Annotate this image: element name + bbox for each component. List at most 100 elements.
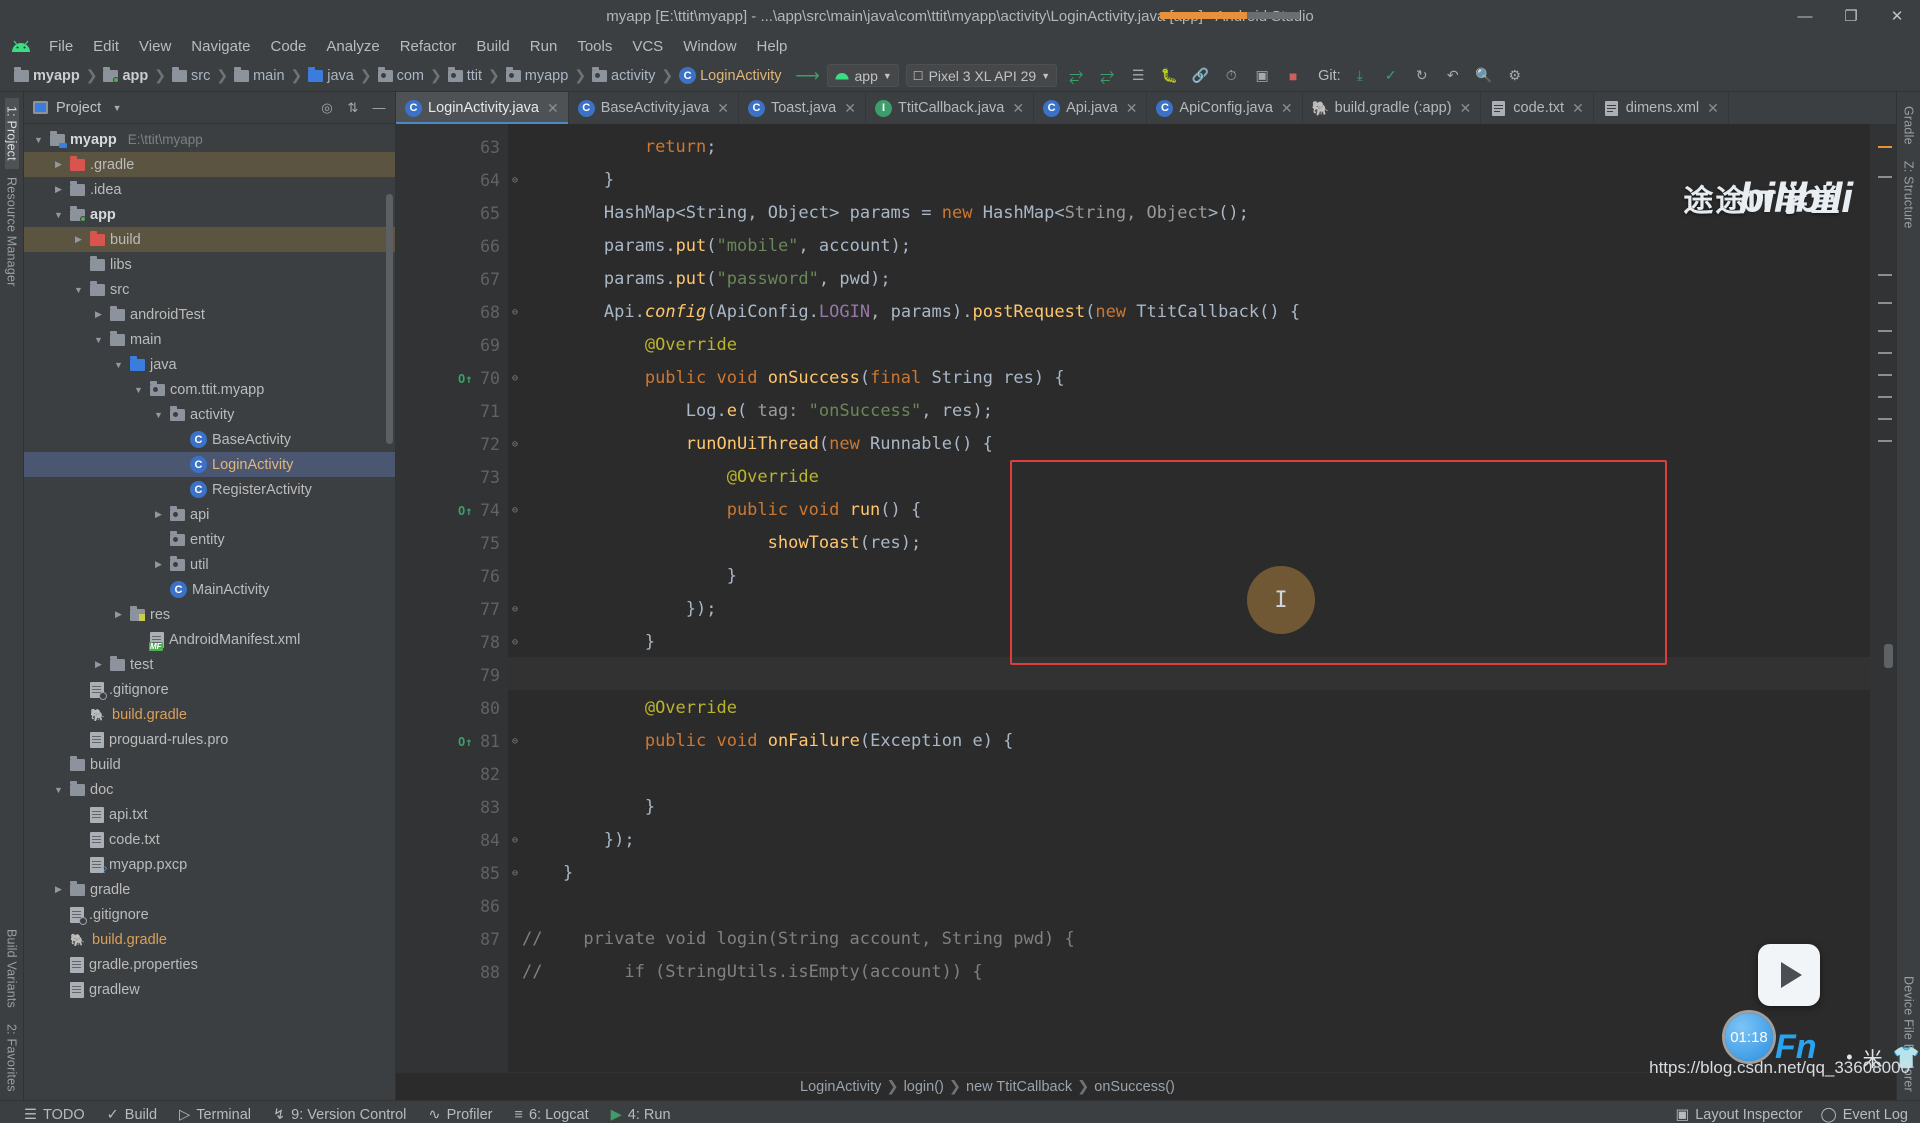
chevron-right-icon[interactable]: ▶ (152, 559, 165, 570)
tree-node-build[interactable]: build (24, 752, 395, 777)
chevron-right-icon[interactable]: ▶ (72, 234, 85, 245)
breadcrumb-item-myapp[interactable]: myapp (10, 66, 84, 86)
attach-debugger-icon[interactable]: 🔗 (1188, 65, 1212, 87)
rail-item-device-file-explorer[interactable]: Device File Explorer (1902, 968, 1916, 1100)
chevron-right-icon[interactable]: ▶ (92, 309, 105, 320)
close-icon[interactable]: ✕ (1126, 100, 1138, 117)
menu-item-build[interactable]: Build (467, 35, 518, 58)
close-icon[interactable]: ✕ (717, 100, 729, 117)
breadcrumb-item-java[interactable]: java (304, 66, 358, 86)
rail-item-structure[interactable]: Z: Structure (1902, 153, 1916, 237)
rail-item-build-variants[interactable]: Build Variants (5, 921, 19, 1016)
debug-button[interactable]: 🐛 (1157, 65, 1181, 87)
editor-tab-apiconfig-java[interactable]: CApiConfig.java✕ (1147, 92, 1302, 124)
tool-window-layout-inspector[interactable]: ▣Layout Inspector (1676, 1107, 1803, 1123)
gutter-line-70[interactable]: O↑70⊖ (396, 362, 508, 395)
tree-node-api-txt[interactable]: api.txt (24, 802, 395, 827)
tree-node-proguard-rules-pro[interactable]: proguard-rules.pro (24, 727, 395, 752)
menu-item-edit[interactable]: Edit (84, 35, 128, 58)
marker-line[interactable] (1878, 352, 1892, 354)
tool-window-build[interactable]: ✓Build (107, 1107, 157, 1123)
editor-tab-api-java[interactable]: CApi.java✕ (1034, 92, 1147, 124)
scroll-from-source-icon[interactable]: ◎ (317, 98, 337, 118)
gutter-line-76[interactable]: 76 (396, 560, 508, 593)
close-icon[interactable]: ✕ (1281, 100, 1293, 117)
tree-node-api[interactable]: ▶api (24, 502, 395, 527)
search-everywhere-icon[interactable]: 🔍 (1472, 65, 1496, 87)
avd-manager-icon[interactable]: ☰ (1126, 65, 1150, 87)
tree-node-loginactivity[interactable]: CLoginActivity (24, 452, 395, 477)
project-tree-scrollbar[interactable] (386, 194, 393, 444)
menu-item-analyze[interactable]: Analyze (317, 35, 388, 58)
tree-node-com-ttit-myapp[interactable]: ▼com.ttit.myapp (24, 377, 395, 402)
editor-tab-ttitcallback-java[interactable]: ITtitCallback.java✕ (866, 92, 1034, 124)
close-icon[interactable]: ✕ (547, 100, 559, 117)
close-icon[interactable]: ✕ (1460, 100, 1472, 117)
hide-panel-icon[interactable]: — (369, 98, 389, 118)
gutter-line-75[interactable]: 75 (396, 527, 508, 560)
tree-node-gradle[interactable]: ▶.gradle (24, 152, 395, 177)
tree-node-androidtest[interactable]: ▶androidTest (24, 302, 395, 327)
tree-node-registeractivity[interactable]: CRegisterActivity (24, 477, 395, 502)
gutter-line-72[interactable]: 72⊖ (396, 428, 508, 461)
undo-icon[interactable]: ↶ (1441, 65, 1465, 87)
chevron-down-icon[interactable]: ▼ (32, 135, 45, 145)
settings-icon[interactable]: ⚙ (1503, 65, 1527, 87)
vcs-update-icon[interactable]: ⤓ (1348, 65, 1372, 87)
vcs-commit-icon[interactable]: ✓ (1379, 65, 1403, 87)
breadcrumb-item-activity[interactable]: activity (588, 66, 659, 86)
gutter-line-71[interactable]: 71 (396, 395, 508, 428)
breadcrumb-item-com[interactable]: com (374, 66, 428, 86)
breadcrumb-item-ttit[interactable]: ttit (444, 66, 486, 86)
editor-tab-dimens-xml[interactable]: dimens.xml✕ (1594, 92, 1729, 124)
tree-node-util[interactable]: ▶util (24, 552, 395, 577)
editor-gutter[interactable]: 6364⊖65666768⊖69O↑70⊖7172⊖73O↑74⊖757677⊖… (396, 124, 508, 1072)
editor-tab-loginactivity-java[interactable]: CLoginActivity.java✕ (396, 92, 569, 124)
rail-item-gradle[interactable]: Gradle (1902, 98, 1916, 153)
tool-window-todo[interactable]: ☰TODO (24, 1107, 85, 1123)
sdk-manager-icon[interactable]: ▣ (1250, 65, 1274, 87)
tree-node-build-gradle[interactable]: 🐘build.gradle (24, 702, 395, 727)
vcs-history-icon[interactable]: ↻ (1410, 65, 1434, 87)
gutter-line-86[interactable]: 86 (396, 890, 508, 923)
profiler-icon[interactable]: ⏱ (1219, 65, 1243, 87)
chevron-down-icon[interactable]: ▼ (132, 385, 145, 395)
breadcrumb-item-app[interactable]: app (99, 66, 152, 86)
close-icon[interactable]: ✕ (844, 100, 856, 117)
source-code[interactable]: return; } HashMap<String, Object> params… (522, 131, 1870, 989)
editor-tab-toast-java[interactable]: CToast.java✕ (739, 92, 866, 124)
close-icon[interactable]: ✕ (1707, 100, 1719, 117)
chevron-down-icon[interactable]: ▼ (52, 210, 65, 220)
menu-item-file[interactable]: File (40, 35, 82, 58)
chevron-down-icon[interactable]: ▼ (52, 785, 65, 795)
tree-node-baseactivity[interactable]: CBaseActivity (24, 427, 395, 452)
chevron-right-icon[interactable]: ▶ (112, 609, 125, 620)
marker-line[interactable] (1878, 440, 1892, 442)
menu-item-tools[interactable]: Tools (568, 35, 621, 58)
override-marker-icon[interactable]: O↑ (458, 504, 472, 518)
tool-window-terminal[interactable]: ▷Terminal (179, 1107, 251, 1123)
menu-item-refactor[interactable]: Refactor (391, 35, 466, 58)
gutter-line-65[interactable]: 65 (396, 197, 508, 230)
chevron-right-icon[interactable]: ▶ (52, 184, 65, 195)
close-button[interactable]: ✕ (1874, 0, 1920, 32)
code-viewport[interactable]: return; } HashMap<String, Object> params… (508, 124, 1870, 1072)
collapse-all-icon[interactable]: ⇅ (343, 98, 363, 118)
menu-item-code[interactable]: Code (261, 35, 315, 58)
editor-breadcrumb-anon[interactable]: new TtitCallback (966, 1079, 1072, 1095)
chevron-down-icon[interactable]: ▼ (92, 335, 105, 345)
breadcrumb-item-loginactivity[interactable]: CLoginActivity (675, 65, 785, 86)
gutter-line-77[interactable]: 77⊖ (396, 593, 508, 626)
gutter-line-84[interactable]: 84⊖ (396, 824, 508, 857)
gutter-line-83[interactable]: 83 (396, 791, 508, 824)
gutter-line-73[interactable]: 73 (396, 461, 508, 494)
tree-node-build-gradle[interactable]: 🐘build.gradle (24, 927, 395, 952)
rail-item-resource-manager[interactable]: Resource Manager (5, 169, 19, 295)
override-marker-icon[interactable]: O↑ (458, 372, 472, 386)
chevron-right-icon[interactable]: ▶ (152, 509, 165, 520)
chevron-right-icon[interactable]: ▶ (52, 884, 65, 895)
marker-warning[interactable] (1878, 146, 1892, 148)
video-play-button[interactable] (1758, 944, 1820, 1006)
gutter-line-64[interactable]: 64⊖ (396, 164, 508, 197)
editor-tab-baseactivity-java[interactable]: CBaseActivity.java✕ (569, 92, 739, 124)
